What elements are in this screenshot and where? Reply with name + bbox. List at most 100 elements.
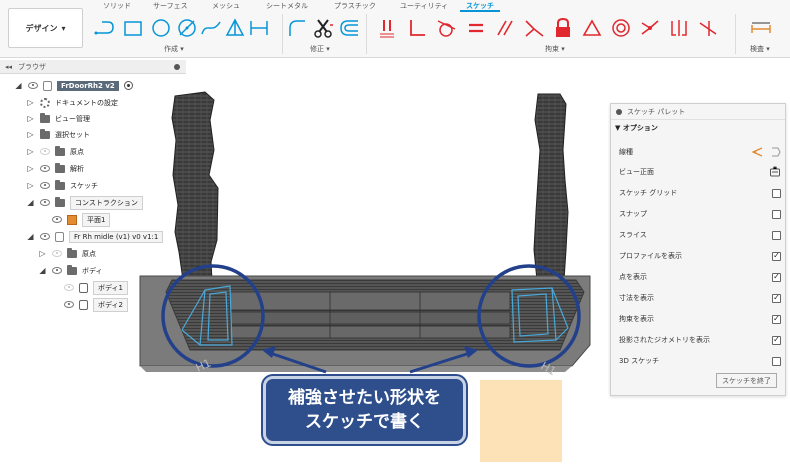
centerline-icon[interactable] <box>769 146 781 158</box>
expand-arrow-icon[interactable]: ▷ <box>26 114 35 123</box>
palette-row-show-points[interactable]: 点を表示 ✓ <box>619 269 781 285</box>
circle-tool-icon[interactable] <box>148 14 174 42</box>
tree-item-view-management[interactable]: ▷ ビュー管理 <box>26 111 90 126</box>
tab-solid[interactable]: ソリッド <box>103 1 131 12</box>
finish-sketch-button[interactable]: スケッチを終了 <box>716 373 777 388</box>
collapse-arrow-icon[interactable]: ◢ <box>14 81 23 90</box>
tree-item-origin[interactable]: ▷ 原点 <box>26 144 84 159</box>
expand-arrow-icon[interactable]: ▷ <box>26 130 35 139</box>
palette-row-sketch-grid[interactable]: スケッチ グリッド <box>619 185 781 201</box>
snap-checkbox[interactable] <box>772 209 781 219</box>
tree-item-component-origin[interactable]: ▷ 原点 <box>38 246 96 261</box>
tree-item-selection-sets[interactable]: ▷ 選択セット <box>26 127 90 142</box>
rectangle-tool-icon[interactable] <box>120 14 146 42</box>
collapse-arrow-icon[interactable]: ◢ <box>26 232 35 241</box>
palette-row-3d-sketch[interactable]: 3D スケッチ <box>619 353 781 369</box>
collinear-constraint-icon[interactable] <box>521 14 547 42</box>
expand-arrow-icon[interactable]: ▷ <box>26 181 35 190</box>
collapse-arrow-icon[interactable]: ◢ <box>26 198 35 207</box>
offset-tool-icon[interactable] <box>336 14 362 42</box>
sketch-grid-checkbox[interactable] <box>772 188 781 198</box>
curvature-constraint-icon[interactable] <box>695 14 721 42</box>
modify-group-label[interactable]: 修正 ▾ <box>310 44 330 54</box>
panel-options-icon[interactable] <box>174 64 180 70</box>
look-at-icon[interactable] <box>769 166 781 178</box>
tree-item-bodies[interactable]: ◢ ボディ <box>38 263 103 278</box>
fillet-tool-icon[interactable] <box>284 14 310 42</box>
line-tool-icon[interactable] <box>92 14 118 42</box>
visibility-eye-icon[interactable] <box>40 148 50 155</box>
tree-item-construction[interactable]: ◢ コンストラクション <box>26 195 143 210</box>
fix-lock-icon[interactable] <box>550 14 576 42</box>
tree-item-document-settings[interactable]: ▷ ドキュメントの設定 <box>26 95 118 110</box>
tree-item-plane1[interactable]: 平面1 <box>52 212 111 227</box>
tab-plastic[interactable]: プラスチック <box>334 1 376 12</box>
collapse-arrow-icon[interactable]: ◢ <box>38 266 47 275</box>
polygon-tool-icon[interactable] <box>222 14 248 42</box>
coincident-constraint-icon[interactable] <box>374 14 400 42</box>
slice-checkbox[interactable] <box>772 230 781 240</box>
arc-tool-icon[interactable] <box>174 14 200 42</box>
trim-scissors-icon[interactable] <box>310 14 336 42</box>
tree-root[interactable]: ◢ FrDoorRh2 v2 <box>14 78 133 93</box>
parallel-constraint-icon[interactable] <box>492 14 518 42</box>
visibility-eye-icon[interactable] <box>52 267 62 274</box>
visibility-eye-icon[interactable] <box>52 216 62 223</box>
palette-row-show-profile[interactable]: プロファイルを表示 ✓ <box>619 248 781 264</box>
palette-row-show-constraints[interactable]: 拘束を表示 ✓ <box>619 311 781 327</box>
activate-radio-icon[interactable] <box>123 81 133 90</box>
visibility-eye-icon[interactable] <box>64 301 74 308</box>
spline-tool-icon[interactable] <box>198 14 224 42</box>
show-profile-checkbox[interactable]: ✓ <box>772 251 781 261</box>
visibility-eye-icon[interactable] <box>40 199 50 206</box>
inspect-group-label[interactable]: 検査 ▾ <box>750 44 770 54</box>
palette-menu-icon[interactable] <box>616 108 622 115</box>
show-dimensions-checkbox[interactable]: ✓ <box>772 293 781 303</box>
3d-sketch-checkbox[interactable] <box>772 356 781 366</box>
create-group-label[interactable]: 作成 ▾ <box>164 44 184 54</box>
browser-header[interactable]: ◂◂ ブラウザ <box>0 60 186 74</box>
tab-utility[interactable]: ユーティリティ <box>400 1 448 12</box>
palette-row-show-projected[interactable]: 投影されたジオメトリを表示 ✓ <box>619 332 781 348</box>
palette-row-snap[interactable]: スナップ <box>619 206 781 222</box>
tree-item-body1[interactable]: ボディ1 <box>64 280 128 295</box>
tab-sketch[interactable]: スケッチ <box>460 1 500 12</box>
tab-mesh[interactable]: メッシュ <box>212 1 240 12</box>
visibility-eye-icon[interactable] <box>40 233 50 240</box>
sketch-profile-region[interactable] <box>480 380 562 462</box>
show-points-checkbox[interactable]: ✓ <box>772 272 781 282</box>
show-projected-geometry-checkbox[interactable]: ✓ <box>772 335 781 345</box>
show-constraints-checkbox[interactable]: ✓ <box>772 314 781 324</box>
palette-section-options[interactable]: ▼ オプション <box>611 120 785 136</box>
midpoint-constraint-icon[interactable] <box>579 14 605 42</box>
tree-item-sketches[interactable]: ▷ スケッチ <box>26 178 98 193</box>
visibility-eye-icon[interactable] <box>64 284 74 291</box>
collapse-panel-icon[interactable]: ◂◂ <box>5 63 12 71</box>
symmetry-constraint-icon[interactable] <box>637 14 663 42</box>
expand-arrow-icon[interactable]: ▷ <box>38 249 47 258</box>
visibility-eye-icon[interactable] <box>28 82 38 89</box>
measure-tool-icon[interactable] <box>748 14 774 42</box>
concentric-constraint-icon[interactable] <box>608 14 634 42</box>
tab-surface[interactable]: サーフェス <box>153 1 188 12</box>
horizontal-vertical-constraint-icon[interactable] <box>666 14 692 42</box>
tree-item-body2[interactable]: ボディ2 <box>64 297 128 312</box>
perpendicular-constraint-icon[interactable] <box>404 14 430 42</box>
palette-row-slice[interactable]: スライス <box>619 227 781 243</box>
tab-sheet-metal[interactable]: シートメタル <box>266 1 308 12</box>
visibility-eye-icon[interactable] <box>40 182 50 189</box>
workspace-switcher-button[interactable]: デザイン ▾ <box>8 8 83 48</box>
equal-constraint-icon[interactable] <box>463 14 489 42</box>
dimension-tool-icon[interactable] <box>246 14 272 42</box>
expand-arrow-icon[interactable]: ▷ <box>26 147 35 156</box>
visibility-eye-icon[interactable] <box>52 250 62 257</box>
palette-header[interactable]: スケッチ パレット <box>611 104 785 120</box>
expand-arrow-icon[interactable]: ▷ <box>26 98 35 107</box>
tangent-constraint-icon[interactable] <box>433 14 459 42</box>
tree-item-component[interactable]: ◢ Fr Rh midle (v1) v0 v1:1 <box>26 229 164 244</box>
constraints-group-label[interactable]: 拘束 ▾ <box>545 44 565 54</box>
tree-item-analysis[interactable]: ▷ 解析 <box>26 161 84 176</box>
visibility-eye-icon[interactable] <box>40 165 50 172</box>
palette-row-show-dimensions[interactable]: 寸法を表示 ✓ <box>619 290 781 306</box>
expand-arrow-icon[interactable]: ▷ <box>26 164 35 173</box>
